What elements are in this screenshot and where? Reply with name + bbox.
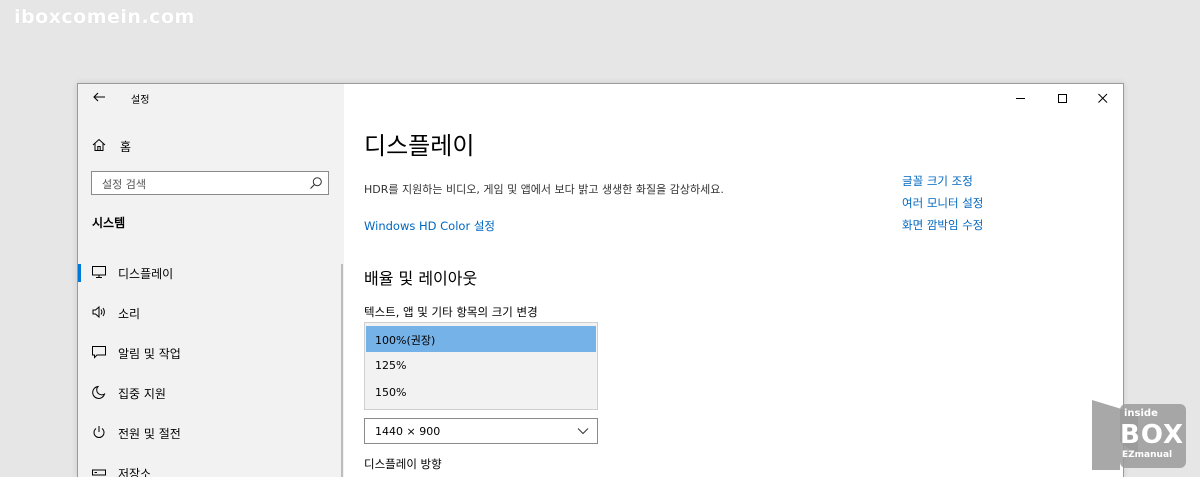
sidebar-item-label: 알림 및 작업 — [118, 347, 181, 361]
resolution-value: 1440 × 900 — [375, 425, 441, 438]
sidebar: 설정 홈 시스템 디스플레이 — [78, 84, 344, 477]
settings-search[interactable] — [91, 171, 329, 195]
scale-option-label: 125% — [375, 359, 407, 372]
logo-text: EZmanual — [1122, 450, 1173, 460]
power-icon — [93, 426, 105, 438]
chevron-down-icon — [577, 428, 589, 435]
sidebar-item-label: 전원 및 절전 — [118, 427, 181, 441]
hd-color-settings-link[interactable]: Windows HD Color 설정 — [364, 218, 495, 234]
font-size-link[interactable]: 글꼴 크기 조정 — [902, 173, 973, 189]
speaker-icon — [92, 305, 105, 319]
scale-option[interactable]: 150% — [366, 380, 596, 406]
scale-option-label: 150% — [375, 386, 407, 399]
hdr-description: HDR를 지원하는 비디오, 게임 및 앱에서 보다 밝고 생생한 화질을 감상… — [364, 183, 724, 196]
home-label: 홈 — [120, 140, 132, 154]
scale-label: 텍스트, 앱 및 기타 항목의 크기 변경 — [364, 305, 538, 319]
page-title: 디스플레이 — [364, 132, 475, 160]
sidebar-item-sound[interactable]: 소리 — [78, 296, 344, 328]
active-indicator — [78, 264, 81, 282]
fix-flicker-link[interactable]: 화면 깜박임 수정 — [902, 217, 983, 233]
orientation-label: 디스플레이 방향 — [364, 457, 442, 471]
sidebar-item-label: 집중 지원 — [118, 387, 166, 401]
sidebar-item-label: 디스플레이 — [118, 267, 174, 281]
scale-option[interactable]: 125% — [366, 353, 596, 379]
sidebar-item-label: 소리 — [118, 307, 141, 321]
multiple-monitors-link[interactable]: 여러 모니터 설정 — [902, 195, 983, 211]
logo-text: BOX — [1120, 420, 1185, 450]
sidebar-item-home[interactable]: 홈 — [78, 132, 344, 158]
scale-dropdown-list[interactable]: 100%(권장) 125% 150% — [364, 322, 598, 410]
notification-icon — [92, 346, 106, 359]
insidebox-logo: inside BOX EZmanual — [1090, 398, 1188, 472]
close-icon[interactable] — [1088, 88, 1118, 108]
minimize-icon[interactable] — [1006, 88, 1036, 108]
app-title: 설정 — [131, 95, 150, 106]
title-bar: 설정 — [78, 84, 344, 112]
monitor-icon — [92, 266, 106, 278]
section-title: 시스템 — [92, 216, 126, 230]
sidebar-item-label: 저장소 — [118, 467, 152, 477]
sidebar-scrollbar[interactable] — [341, 264, 343, 477]
home-icon — [92, 138, 106, 151]
sidebar-item-display[interactable]: 디스플레이 — [78, 256, 344, 288]
search-input[interactable] — [100, 175, 304, 193]
scale-option[interactable]: 100%(권장) — [366, 326, 596, 352]
sidebar-item-notifications[interactable]: 알림 및 작업 — [78, 336, 344, 368]
back-arrow-icon[interactable] — [92, 90, 106, 104]
scale-layout-heading: 배율 및 레이아웃 — [364, 269, 478, 288]
maximize-icon[interactable] — [1048, 88, 1078, 108]
resolution-select[interactable]: 1440 × 900 — [364, 418, 598, 444]
settings-window: 설정 홈 시스템 디스플레이 — [77, 83, 1124, 477]
scale-option-label: 100%(권장) — [375, 334, 436, 347]
main-content: 디스플레이 HDR를 지원하는 비디오, 게임 및 앱에서 보다 밝고 생생한 … — [344, 84, 1123, 477]
logo-text: inside — [1124, 408, 1158, 419]
moon-icon — [92, 385, 106, 399]
sidebar-item-focus-assist[interactable]: 집중 지원 — [78, 376, 344, 408]
sidebar-item-power[interactable]: 전원 및 절전 — [78, 416, 344, 448]
site-watermark: iboxcomein.com — [14, 6, 195, 28]
sidebar-item-storage[interactable]: 저장소 — [78, 456, 344, 477]
search-icon[interactable] — [309, 176, 323, 190]
storage-icon — [92, 469, 106, 476]
